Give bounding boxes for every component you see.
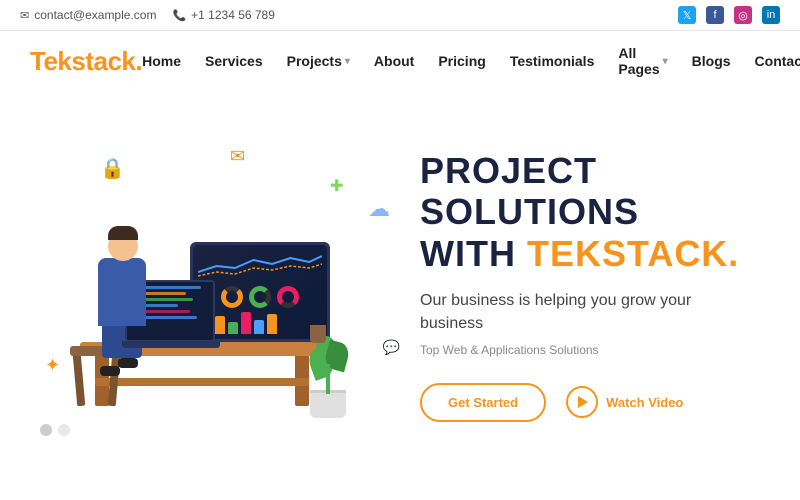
- lock-icon: 🔒: [100, 156, 125, 181]
- cloud-icon: ☁: [368, 196, 390, 222]
- mail-deco-icon: ✉: [230, 146, 245, 167]
- logo-dot: .: [135, 46, 142, 76]
- hero-subtitle: Our business is helping you grow your bu…: [420, 290, 740, 335]
- star-deco-icon: ✦: [45, 355, 60, 376]
- desk-scene: [40, 136, 370, 436]
- social-icons: 𝕏 f ◎ in: [678, 6, 780, 24]
- logo[interactable]: Tekstack.: [30, 46, 142, 77]
- hero-title-with: WITH: [420, 233, 527, 274]
- nav-about[interactable]: About: [374, 53, 414, 69]
- facebook-icon[interactable]: f: [706, 6, 724, 24]
- hero-buttons: Get Started Watch Video: [420, 383, 740, 422]
- hero-title: PROJECT SOLUTIONS WITH TEKSTACK.: [420, 150, 740, 274]
- email-text: contact@example.com: [34, 8, 156, 22]
- linkedin-icon[interactable]: in: [762, 6, 780, 24]
- plant: [310, 390, 346, 418]
- phone-contact: 📞 +1 1234 56 789: [172, 8, 274, 22]
- email-icon: ✉: [20, 9, 29, 22]
- nav-links: Home Services Projects ▾ About Pricing T…: [142, 45, 800, 77]
- chevron-down-icon-2: ▾: [663, 56, 668, 67]
- person-shoe-right: [118, 358, 138, 368]
- play-triangle-icon: [578, 396, 588, 408]
- top-bar: ✉ contact@example.com 📞 +1 1234 56 789 𝕏…: [0, 0, 800, 31]
- person-shoe-left: [100, 366, 120, 376]
- hero-text: PROJECT SOLUTIONS WITH TEKSTACK. Our bus…: [410, 150, 740, 422]
- nav-home[interactable]: Home: [142, 53, 181, 69]
- top-bar-left: ✉ contact@example.com 📞 +1 1234 56 789: [20, 8, 275, 22]
- hero-section: 🔒 ✉ ☁ 💬 ✦ ✚: [0, 91, 800, 481]
- nav-contact[interactable]: Contact: [755, 53, 800, 69]
- dot-1[interactable]: [40, 424, 52, 436]
- twitter-icon[interactable]: 𝕏: [678, 6, 696, 24]
- navigation: Tekstack. Home Services Projects ▾ About…: [0, 31, 800, 91]
- email-contact: ✉ contact@example.com: [20, 8, 156, 22]
- watch-video-label: Watch Video: [606, 395, 683, 410]
- nav-testimonials[interactable]: Testimonials: [510, 53, 595, 69]
- dot-2[interactable]: [58, 424, 70, 436]
- logo-text: Tekstack: [30, 46, 135, 76]
- nav-pricing[interactable]: Pricing: [438, 53, 485, 69]
- hero-tagline: Top Web & Applications Solutions: [420, 343, 740, 357]
- play-circle-icon: [566, 386, 598, 418]
- instagram-icon[interactable]: ◎: [734, 6, 752, 24]
- nav-blogs[interactable]: Blogs: [692, 53, 731, 69]
- nav-all-pages[interactable]: All Pages ▾: [618, 45, 667, 77]
- coffee-cup: [310, 325, 326, 343]
- slide-dots: [40, 424, 70, 436]
- nav-services[interactable]: Services: [205, 53, 263, 69]
- plant-pot: [310, 390, 346, 418]
- speech-bubble-icon: 💬: [383, 339, 400, 356]
- laptop-base: [122, 341, 220, 348]
- hero-title-line1: PROJECT SOLUTIONS: [420, 150, 639, 232]
- stool-leg1: [73, 354, 86, 406]
- hero-illustration: 🔒 ✉ ☁ 💬 ✦ ✚: [30, 116, 410, 456]
- phone-text: +1 1234 56 789: [191, 8, 275, 22]
- hero-title-accent: TEKSTACK.: [527, 233, 739, 274]
- chevron-down-icon: ▾: [345, 56, 350, 67]
- phone-icon: 📞: [172, 9, 186, 22]
- person-body: [98, 258, 146, 326]
- watch-video-button[interactable]: Watch Video: [566, 386, 683, 418]
- plus-icon: ✚: [330, 176, 343, 196]
- get-started-button[interactable]: Get Started: [420, 383, 546, 422]
- desk-crossbar: [95, 378, 309, 386]
- person-hair: [108, 226, 138, 240]
- nav-projects[interactable]: Projects ▾: [287, 53, 350, 69]
- plant-stem: [326, 364, 330, 394]
